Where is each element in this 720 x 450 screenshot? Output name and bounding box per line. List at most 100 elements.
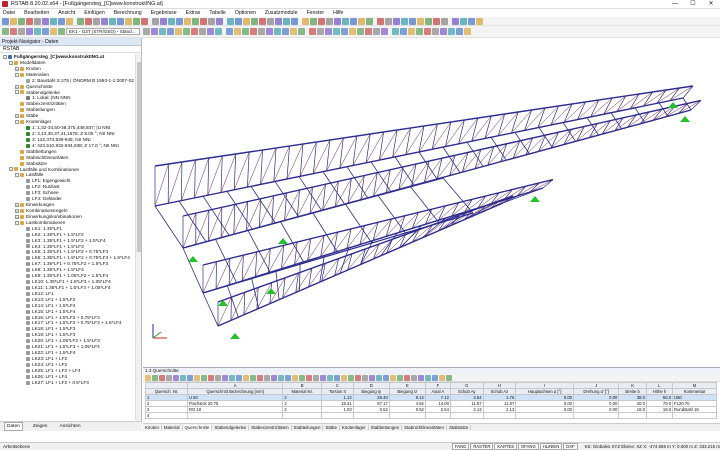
status-toggle-fang[interactable]: FANG <box>451 443 470 450</box>
bridge-model[interactable] <box>143 38 720 367</box>
toolbar-icon[interactable] <box>34 17 41 25</box>
status-toggle-raster[interactable]: RASTER <box>470 443 494 450</box>
table-tool-icon[interactable] <box>348 374 354 381</box>
toolbar-icon[interactable] <box>250 28 257 35</box>
menu-item-11[interactable]: Hilfe <box>333 10 343 16</box>
toolbar-icon[interactable] <box>226 28 233 35</box>
expand-icon[interactable]: + <box>15 214 19 219</box>
table-tool-icon[interactable] <box>432 374 438 381</box>
toolbar-icon[interactable] <box>215 28 222 35</box>
sheet-tab[interactable]: Stabteilungen <box>292 425 324 430</box>
toolbar-icon[interactable] <box>10 28 17 35</box>
toolbar-icon[interactable] <box>2 28 9 35</box>
toolbar-icon[interactable] <box>424 28 431 35</box>
table-tool-icon[interactable] <box>173 374 179 381</box>
table-cell[interactable] <box>482 412 517 419</box>
toolbar-icon[interactable] <box>318 17 325 25</box>
toolbar-icon[interactable] <box>393 17 400 25</box>
toolbar-icon[interactable] <box>433 17 440 25</box>
expand-icon[interactable]: + <box>15 208 19 213</box>
table-tool-icon[interactable] <box>278 374 284 381</box>
toolbar-icon[interactable] <box>392 28 399 35</box>
toolbar-icon[interactable] <box>432 28 439 35</box>
table-cell[interactable]: 4 <box>145 412 188 419</box>
toolbar-icon[interactable] <box>66 17 73 25</box>
toolbar-icon[interactable] <box>216 17 223 25</box>
toolbar-icon[interactable] <box>191 28 198 35</box>
sheet-tab[interactable]: Stabbettungen <box>369 425 403 430</box>
toolbar-icon[interactable] <box>290 28 297 35</box>
toolbar-icon[interactable] <box>258 28 265 35</box>
sheet-tab[interactable]: Knotenlager <box>340 425 369 430</box>
toolbar-icon[interactable] <box>159 28 166 35</box>
table-tool-icon[interactable] <box>208 374 214 381</box>
toolbar-icon[interactable] <box>125 17 132 25</box>
toolbar-icon[interactable] <box>425 17 432 25</box>
nav-tab-0[interactable]: Daten <box>4 422 23 431</box>
menu-item-8[interactable]: Optionen <box>235 10 256 16</box>
toolbar-icon[interactable] <box>417 17 424 25</box>
status-toggle-kartes[interactable]: KARTES <box>494 443 518 450</box>
toolbar-icon[interactable] <box>358 17 365 25</box>
table-tool-icon[interactable] <box>250 374 256 381</box>
loadcase-select[interactable]: EK1 - G2T (STR/GEO) - Ständ... <box>66 28 140 35</box>
toolbar-icon[interactable] <box>400 28 407 35</box>
table-tool-icon[interactable] <box>194 374 200 381</box>
sheet-tab[interactable]: Material <box>162 425 183 430</box>
toolbar-icon[interactable] <box>168 17 175 25</box>
table-tool-icon[interactable] <box>362 374 368 381</box>
toolbar-icon[interactable] <box>251 17 258 25</box>
toolbar-icon[interactable] <box>50 17 57 25</box>
toolbar-icon[interactable] <box>176 17 183 25</box>
toolbar-icon[interactable] <box>93 17 100 25</box>
menu-item-9[interactable]: Zusatzmodule <box>265 10 298 16</box>
toolbar-icon[interactable] <box>151 28 158 35</box>
toolbar-icon[interactable] <box>385 17 392 25</box>
table-cell[interactable] <box>572 412 620 419</box>
model-view[interactable] <box>143 38 720 367</box>
tree-item[interactable]: LK27: LF1 + LF2 + 0.5*LF3 <box>0 380 135 386</box>
table-tool-icon[interactable] <box>271 374 277 381</box>
toolbar-icon[interactable] <box>349 28 356 35</box>
toolbar-icon[interactable] <box>243 17 250 25</box>
toolbar-icon[interactable] <box>325 28 332 35</box>
toolbar-icon[interactable] <box>460 17 467 25</box>
toolbar-icon[interactable] <box>101 17 108 25</box>
table-tool-icon[interactable] <box>313 374 319 381</box>
table-tool-icon[interactable] <box>439 374 445 381</box>
table-tool-icon[interactable] <box>180 374 186 381</box>
table-tool-icon[interactable] <box>306 374 312 381</box>
toolbar-icon[interactable] <box>366 17 373 25</box>
menu-item-0[interactable]: Datei <box>3 10 15 16</box>
toolbar-icon[interactable] <box>456 28 463 35</box>
toolbar-icon[interactable] <box>227 17 234 25</box>
sheet-tab[interactable]: Stabexzentrizitäten <box>249 425 292 430</box>
table-cell[interactable] <box>449 412 484 419</box>
table-tool-icon[interactable] <box>397 374 403 381</box>
nav-tab-1[interactable]: Zeigen <box>31 423 50 430</box>
toolbar-icon[interactable] <box>408 28 415 35</box>
minimize-icon[interactable]: — <box>666 0 684 9</box>
table-tool-icon[interactable] <box>341 374 347 381</box>
collapse-icon[interactable]: - <box>15 120 19 125</box>
toolbar-icon[interactable] <box>18 28 25 35</box>
collapse-icon[interactable]: - <box>15 90 19 95</box>
toolbar-icon[interactable] <box>235 17 242 25</box>
toolbar-icon[interactable] <box>377 17 384 25</box>
table-tool-icon[interactable] <box>418 374 424 381</box>
table-tool-icon[interactable] <box>327 374 333 381</box>
table-row[interactable]: 4 <box>145 412 717 419</box>
menu-item-2[interactable]: Ansicht <box>58 10 75 16</box>
table-tool-icon[interactable] <box>257 374 263 381</box>
toolbar-icon[interactable] <box>208 17 215 25</box>
table-tool-icon[interactable] <box>446 374 452 381</box>
table-tool-icon[interactable] <box>159 374 165 381</box>
table-cell[interactable] <box>424 412 451 419</box>
table-tool-icon[interactable] <box>369 374 375 381</box>
toolbar-icon[interactable] <box>298 28 305 35</box>
table-cell[interactable] <box>321 412 354 419</box>
table-cell[interactable] <box>352 412 390 419</box>
toolbar-icon[interactable] <box>416 28 423 35</box>
table-tool-icon[interactable] <box>243 374 249 381</box>
status-toggle-dxf[interactable]: DXF <box>563 443 578 450</box>
